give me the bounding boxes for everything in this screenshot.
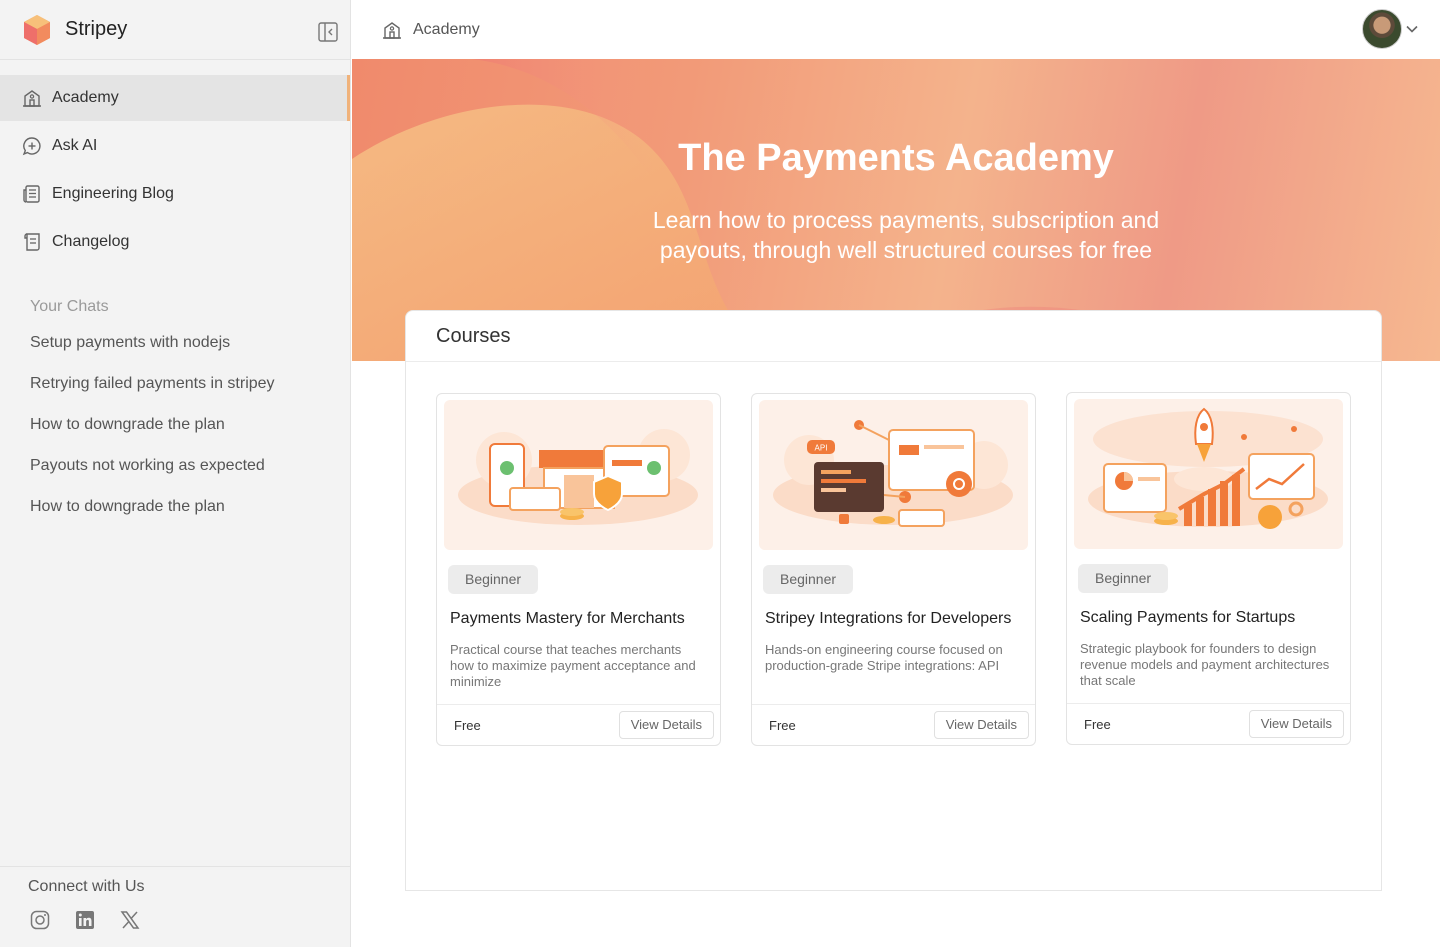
page-title: Academy (413, 20, 480, 38)
sidebar-item-label: Changelog (52, 233, 130, 250)
card-footer: Free View Details (437, 704, 720, 746)
view-details-button[interactable]: View Details (933, 711, 1029, 739)
course-card[interactable]: Beginner Payments Mastery for Merchants … (436, 393, 721, 746)
storefront-illustration (444, 400, 713, 550)
sidebar-item-label: Engineering Blog (52, 185, 174, 202)
chat-item[interactable]: How to downgrade the plan (0, 404, 350, 445)
course-description: Practical course that teaches merchants … (450, 642, 696, 689)
ask-ai-icon (22, 137, 41, 156)
chats-list: Setup payments with nodejs Retrying fail… (0, 322, 350, 527)
linkedin-icon[interactable] (75, 910, 95, 930)
level-badge: Beginner (448, 565, 539, 594)
connect-title: Connect with Us (28, 878, 145, 895)
card-footer: Free View Details (1067, 703, 1350, 745)
stripey-logo-icon (24, 14, 50, 45)
course-card[interactable]: Beginner Scaling Payments for Startups S… (1066, 392, 1351, 745)
avatar[interactable] (1362, 9, 1402, 49)
course-title: Stripey Integrations for Developers (765, 610, 1012, 627)
course-description: Strategic playbook for founders to desig… (1080, 641, 1330, 688)
sidebar-item-engineering-blog[interactable]: Engineering Blog (0, 171, 350, 217)
course-price: Free (769, 718, 796, 733)
course-description: Hands-on engineering course focused on p… (765, 642, 1003, 673)
growth-rocket-illustration (1074, 399, 1343, 549)
api-integration-illustration: API (759, 400, 1028, 550)
top-header: Academy (352, 0, 1440, 59)
chat-item[interactable]: Payouts not working as expected (0, 445, 350, 486)
chat-item[interactable]: How to downgrade the plan (0, 486, 350, 527)
level-badge: Beginner (763, 565, 854, 594)
hero-title: The Payments Academy (678, 137, 1114, 179)
api-label: API (815, 444, 828, 453)
sidebar-item-ask-ai[interactable]: Ask AI (0, 123, 350, 169)
instagram-icon[interactable] (30, 910, 50, 930)
hero-subtitle: Learn how to process payments, subscript… (652, 207, 1160, 263)
courses-panel: Courses Beginner Payments Mastery for Me… (405, 310, 1382, 891)
academy-icon (23, 90, 41, 107)
connect-section: Connect with Us (0, 866, 350, 947)
collapse-sidebar-icon[interactable] (318, 22, 338, 42)
chat-item[interactable]: Retrying failed payments in stripey (0, 363, 350, 404)
chats-section-title: Your Chats (30, 298, 109, 315)
chevron-down-icon[interactable] (1405, 22, 1419, 36)
courses-heading: Courses (406, 311, 1381, 362)
brand: Stripey (0, 0, 350, 60)
social-links (28, 910, 350, 930)
course-card[interactable]: API Beginner Stripey Integrations for De… (751, 393, 1036, 746)
user-menu[interactable] (1362, 9, 1419, 49)
sidebar: Stripey Academy Ask AI Engineering Blog … (0, 0, 351, 947)
course-price: Free (1084, 717, 1111, 732)
x-icon[interactable] (120, 910, 140, 930)
changelog-icon (24, 233, 40, 251)
course-title: Payments Mastery for Merchants (450, 610, 685, 627)
view-details-button[interactable]: View Details (618, 711, 714, 739)
course-price: Free (454, 718, 481, 733)
sidebar-item-changelog[interactable]: Changelog (0, 219, 350, 265)
sidebar-nav: Academy Ask AI Engineering Blog Changelo… (0, 60, 350, 265)
sidebar-item-label: Ask AI (52, 137, 98, 154)
level-badge: Beginner (1078, 564, 1169, 593)
sidebar-item-academy[interactable]: Academy (0, 75, 350, 121)
sidebar-item-label: Academy (52, 89, 119, 106)
view-details-button[interactable]: View Details (1248, 710, 1344, 738)
course-title: Scaling Payments for Startups (1080, 609, 1296, 626)
blog-icon (23, 185, 40, 203)
brand-name: Stripey (65, 18, 128, 40)
academy-icon (383, 21, 401, 39)
card-footer: Free View Details (752, 704, 1035, 746)
chat-item[interactable]: Setup payments with nodejs (0, 322, 350, 363)
